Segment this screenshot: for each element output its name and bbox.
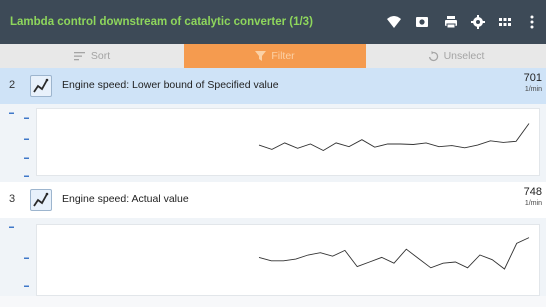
row-unit: 1/min [524,86,542,93]
undo-icon [428,50,439,62]
row-index: 2 [9,79,16,91]
sort-button[interactable]: Sort [0,44,184,68]
graph-icon[interactable] [30,189,52,211]
y-tick-mark: ▬ [24,255,29,261]
title-bar: Lambda control downstream of catalytic c… [0,0,546,44]
sort-label: Sort [90,50,111,62]
filter-icon [255,51,267,61]
unselect-label: Unselect [443,50,485,62]
row-unit: 1/min [524,200,542,207]
graph-icon[interactable] [30,75,52,97]
y-tick-mark: ▬ [24,136,29,142]
trend-graph: ▬ ▬ ▬ ▬ [24,108,540,179]
sort-icon [73,51,86,61]
graph-panel: ▬ ▬ ▬ ▬ ▬ [0,104,546,182]
page-title: Lambda control downstream of catalytic c… [10,16,313,28]
list-item[interactable]: 2 Engine speed: Lower bound of Specified… [0,68,546,104]
row-label: Engine speed: Lower bound of Specified v… [62,79,279,91]
y-tick-mark: ▬ [24,155,29,161]
settings-icon[interactable] [470,14,486,30]
y-tick-mark: ▬ [24,173,29,179]
y-tick-mark: ▬ [24,115,29,121]
filter-button[interactable]: Filter [184,44,366,68]
grid-icon[interactable] [497,14,513,30]
row-value: 748 [523,186,542,198]
y-tick-mark: ▬ [9,224,14,230]
row-label: Engine speed: Actual value [62,193,189,205]
trend-graph: ▬ ▬ [24,224,540,296]
unselect-button[interactable]: Unselect [366,44,546,68]
trend-line [258,237,530,270]
print-icon[interactable] [443,14,459,30]
y-tick-mark: ▬ [9,110,14,116]
wifi-icon[interactable] [386,14,402,30]
more-icon[interactable] [524,14,540,30]
camera-icon[interactable] [414,14,430,30]
row-index: 3 [9,193,16,205]
filter-label: Filter [271,50,295,62]
graph-panel: ▬ ▬ ▬ [0,218,546,296]
y-tick-mark: ▬ [24,283,29,289]
bottom-strip [0,296,546,307]
trend-line [258,123,530,152]
list-item[interactable]: 3 Engine speed: Actual value 748 1/min [0,182,546,218]
row-value: 701 [523,72,542,84]
list-toolbar: Sort Filter Unselect [0,44,546,69]
